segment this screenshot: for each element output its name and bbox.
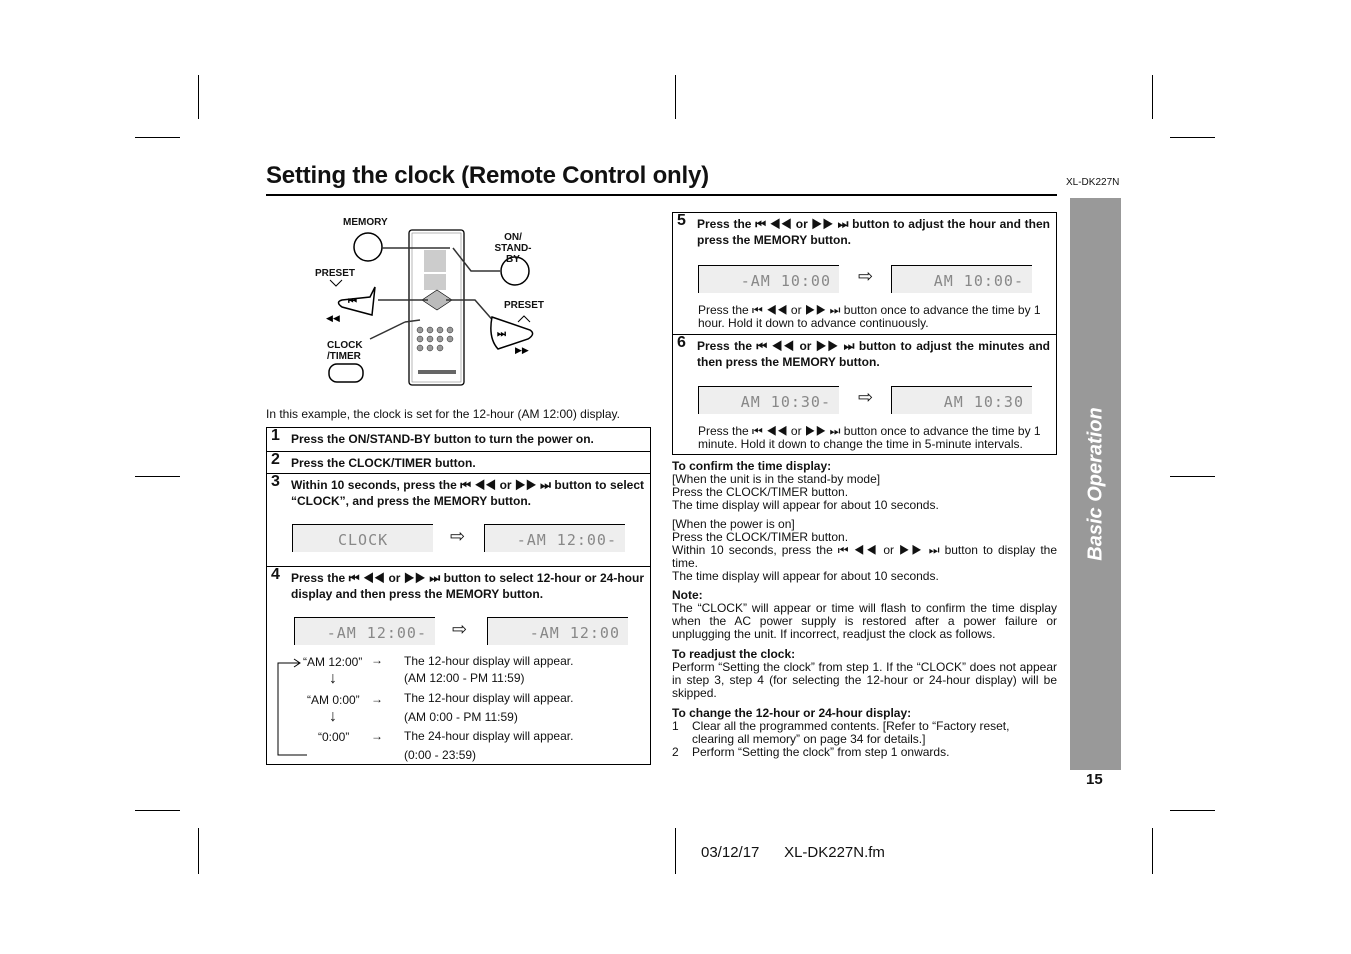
step-text: Press the ⏮ ◀◀ or ▶▶ ⏭ button to adjust … bbox=[697, 217, 1050, 247]
remote-diagram: ⏮ ⏭ ◀◀ ▶▶ MEMORY ON/ STAND-BY PRESET PRE… bbox=[300, 212, 580, 392]
side-tab-label: Basic Operation bbox=[1084, 407, 1106, 561]
footer-date: 03/12/17 bbox=[701, 844, 760, 861]
mode-desc: The 24-hour display will appear. bbox=[404, 729, 574, 743]
crop-mark bbox=[675, 75, 676, 119]
crop-mark bbox=[1170, 476, 1215, 477]
footer: 03/12/17 XL-DK227N.fm bbox=[701, 844, 885, 861]
svg-text:⏭: ⏭ bbox=[497, 329, 506, 340]
lcd-display: AM 10:00- bbox=[891, 265, 1032, 293]
lcd-display: AM 10:30- bbox=[698, 386, 839, 414]
page-title: Setting the clock (Remote Control only) bbox=[266, 162, 709, 189]
step-number: 1 bbox=[271, 427, 280, 444]
crop-mark bbox=[1170, 137, 1215, 138]
crop-mark bbox=[198, 75, 199, 119]
lcd-display: -AM 12:00- bbox=[484, 524, 625, 552]
preset-up-label: PRESET bbox=[504, 300, 545, 311]
mode-range: (AM 12:00 - PM 11:59) bbox=[404, 671, 525, 685]
step-text: Press the ⏮ ◀◀ or ▶▶ ⏭ button to select … bbox=[291, 571, 644, 601]
item-text: Clear all the programmed contents. [Refe… bbox=[692, 719, 1010, 746]
steps-box-left: 1 Press the ON/STAND-BY button to turn th… bbox=[266, 427, 651, 765]
mode-range: (AM 0:00 - PM 11:59) bbox=[404, 710, 518, 724]
crop-mark bbox=[135, 137, 180, 138]
arrow-down-icon: ↓ bbox=[329, 670, 337, 687]
arrow-right-icon: ⇨ bbox=[452, 619, 468, 639]
svg-text:◀◀: ◀◀ bbox=[326, 314, 340, 324]
lcd-display: -AM 12:00- bbox=[294, 617, 435, 645]
step-2: 2 Press the CLOCK/TIMER button. bbox=[267, 451, 650, 473]
arrow-right-icon: → bbox=[371, 729, 383, 743]
item-number: 2 bbox=[672, 745, 679, 759]
svg-text:▶▶: ▶▶ bbox=[515, 346, 529, 356]
step-number: 6 bbox=[677, 334, 686, 351]
arrow-right-icon: ⇨ bbox=[450, 526, 466, 546]
on-standby-label: ON/ STAND-BY bbox=[494, 232, 532, 265]
item-text: Perform “Setting the clock” from step 1 … bbox=[692, 745, 950, 759]
arrow-right-icon: → bbox=[371, 653, 383, 667]
crop-mark bbox=[198, 828, 199, 874]
info-sections: To confirm the time display: [When the u… bbox=[672, 460, 1057, 759]
intro-text: In this example, the clock is set for th… bbox=[266, 407, 620, 421]
lcd-display: -AM 10:00 bbox=[698, 265, 839, 293]
arrow-right-icon: ⇨ bbox=[858, 266, 874, 286]
item-number: 1 bbox=[672, 719, 679, 733]
svg-text:⏮: ⏮ bbox=[348, 296, 357, 307]
lcd-display: AM 10:30 bbox=[891, 386, 1032, 414]
arrow-right-icon: ⇨ bbox=[858, 387, 874, 407]
mode-desc: The 12-hour display will appear. bbox=[404, 654, 574, 668]
arrow-down-icon: ↓ bbox=[329, 708, 337, 725]
step-text: Press the ON/STAND-BY button to turn the… bbox=[291, 432, 594, 446]
mode-range: (0:00 - 23:59) bbox=[404, 748, 477, 762]
crop-mark bbox=[675, 828, 676, 874]
lcd-display: CLOCK bbox=[292, 524, 433, 552]
lcd-display: -AM 12:00 bbox=[487, 617, 628, 645]
mode-12h: “AM 12:00” bbox=[303, 655, 363, 669]
mode-24h: “0:00” bbox=[318, 730, 350, 744]
step-1: 1 Press the ON/STAND-BY button to turn th… bbox=[267, 428, 650, 451]
confirm-standby: [When the unit is in the stand-by mode] … bbox=[672, 472, 939, 512]
step-number: 2 bbox=[271, 451, 280, 468]
clock-timer-label: CLOCK /TIMER bbox=[327, 340, 363, 362]
page-number: 15 bbox=[1086, 771, 1103, 788]
steps-box-right: 5 Press the ⏮ ◀◀ or ▶▶ ⏭ button to adjust… bbox=[672, 212, 1057, 455]
crop-mark bbox=[135, 810, 180, 811]
step-number: 4 bbox=[271, 566, 280, 583]
title-rule bbox=[266, 194, 1057, 196]
preset-down-label: PRESET bbox=[315, 268, 356, 279]
step-text: Press the ⏮ ◀◀ or ▶▶ ⏭ button to adjust … bbox=[697, 339, 1050, 369]
step-6-note: Press the ⏮ ◀◀ or ▶▶ ⏭ button once to ad… bbox=[698, 424, 1041, 451]
change-item: 1 Clear all the programmed contents. [Ref… bbox=[672, 720, 1057, 746]
mode-desc: The 12-hour display will appear. bbox=[404, 691, 574, 705]
model-number: XL-DK227N bbox=[1066, 177, 1120, 188]
cycle-loop-arrow bbox=[277, 658, 307, 756]
step-text: Press the CLOCK/TIMER button. bbox=[291, 456, 476, 470]
change-item: 2 Perform “Setting the clock” from step 1… bbox=[672, 746, 1057, 759]
crop-mark bbox=[135, 476, 180, 477]
step-number: 5 bbox=[677, 212, 686, 229]
step-text: Within 10 seconds, press the ⏮ ◀◀ or ▶▶ … bbox=[291, 478, 644, 508]
step-number: 3 bbox=[271, 473, 280, 490]
crop-mark bbox=[1152, 828, 1153, 874]
mode-12h-0: “AM 0:00” bbox=[307, 693, 360, 707]
arrow-right-icon: → bbox=[371, 692, 383, 706]
crop-mark bbox=[1170, 810, 1215, 811]
memory-label: MEMORY bbox=[343, 217, 388, 228]
step-3: 3 Within 10 seconds, press the ⏮ ◀◀ or ▶▶… bbox=[267, 473, 650, 566]
step-5-note: Press the ⏮ ◀◀ or ▶▶ ⏭ button once to ad… bbox=[698, 303, 1041, 330]
readjust-text: Perform “Setting the clock” from step 1.… bbox=[672, 660, 1057, 700]
side-tab: Basic Operation bbox=[1070, 198, 1121, 770]
footer-file: XL-DK227N.fm bbox=[784, 844, 885, 861]
note-text: The “CLOCK” will appear or time will fla… bbox=[672, 601, 1057, 641]
crop-mark bbox=[1152, 75, 1153, 119]
confirm-power-on: [When the power is on] Press the CLOCK/T… bbox=[672, 517, 1057, 583]
